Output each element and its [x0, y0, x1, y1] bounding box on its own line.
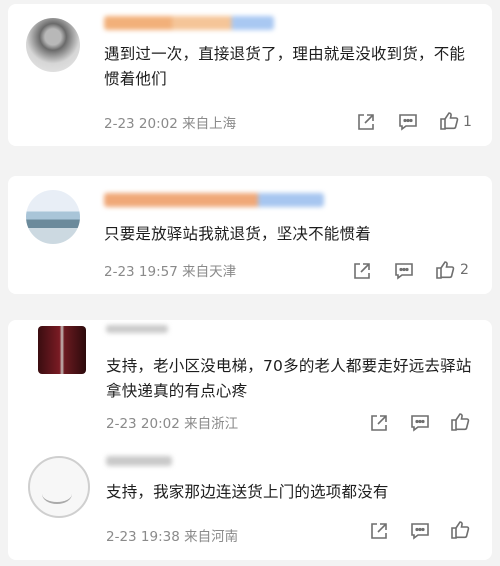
- comment-text: 遇到过一次，直接退货了，理由就是没收到货，不能惯着他们: [104, 45, 466, 88]
- share-icon[interactable]: [351, 260, 373, 282]
- like-count: 2: [460, 262, 469, 278]
- comment-location: 来自浙江: [184, 416, 239, 432]
- comment-text: 支持，老小区没电梯，70多的老人都要走好远去驿站拿快递真的有点心疼: [106, 357, 472, 400]
- comment-icon[interactable]: [397, 111, 419, 133]
- comment-meta: 2-23 20:02 来自浙江: [106, 412, 238, 432]
- comment-icon[interactable]: [409, 520, 431, 542]
- comment-time: 2-23 20:02: [106, 416, 180, 432]
- thumbs-up-icon[interactable]: [449, 411, 471, 433]
- comment-icon[interactable]: [409, 412, 431, 434]
- like-count: 1: [463, 114, 472, 130]
- comment-card: 支持，老小区没电梯，70多的老人都要走好远去驿站拿快递真的有点心疼 2-23 2…: [8, 320, 492, 560]
- comment-meta: 2-23 19:38 来自河南: [106, 525, 238, 545]
- comment-text: 支持，我家那边连送货上门的选项都没有: [106, 483, 389, 501]
- thumbs-up-icon[interactable]: [438, 110, 460, 132]
- username-blurred[interactable]: [106, 456, 172, 466]
- comment-card: 遇到过一次，直接退货了，理由就是没收到货，不能惯着他们 2-23 20:02 来…: [8, 4, 492, 146]
- comment-icon[interactable]: [393, 260, 415, 282]
- username-blurred[interactable]: [104, 193, 324, 207]
- avatar[interactable]: [26, 18, 80, 72]
- comment-card: 只要是放驿站我就退货，坚决不能惯着 2-23 19:57 来自天津 2: [8, 176, 492, 294]
- comment-text: 只要是放驿站我就退货，坚决不能惯着: [104, 225, 371, 243]
- comment-location: 来自上海: [182, 116, 237, 132]
- share-icon[interactable]: [355, 111, 377, 133]
- comment-time: 2-23 20:02: [104, 116, 178, 132]
- comment-meta: 2-23 20:02 来自上海: [104, 112, 236, 132]
- comment-location: 来自天津: [182, 264, 237, 280]
- thumbs-up-icon[interactable]: [449, 519, 471, 541]
- comment-location: 来自河南: [184, 529, 239, 545]
- share-icon[interactable]: [368, 412, 390, 434]
- avatar[interactable]: [28, 456, 90, 518]
- comment-time: 2-23 19:57: [104, 264, 178, 280]
- share-icon[interactable]: [368, 520, 390, 542]
- username-blurred[interactable]: [106, 325, 168, 333]
- avatar[interactable]: [38, 326, 86, 374]
- comment-time: 2-23 19:38: [106, 529, 180, 545]
- comment-meta: 2-23 19:57 来自天津: [104, 260, 236, 280]
- username-blurred[interactable]: [104, 16, 274, 30]
- thumbs-up-icon[interactable]: [434, 259, 456, 281]
- avatar[interactable]: [26, 190, 80, 244]
